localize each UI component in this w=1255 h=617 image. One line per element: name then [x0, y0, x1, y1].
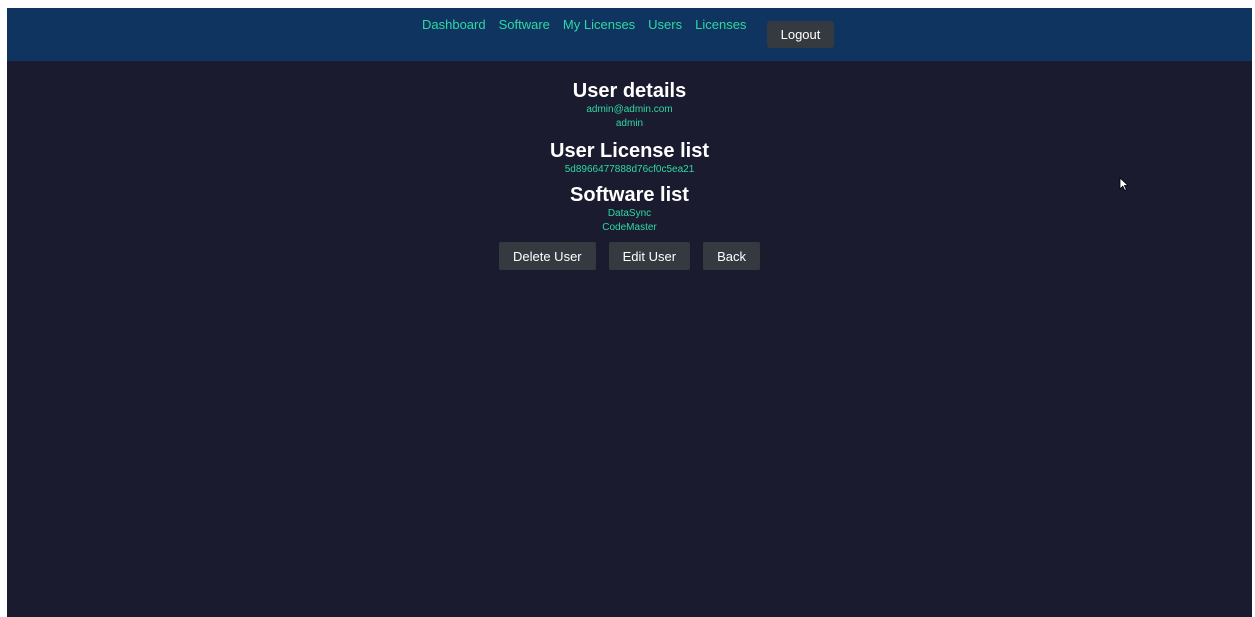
user-email: admin@admin.com — [586, 104, 673, 115]
main-content: User details admin@admin.com admin User … — [7, 61, 1252, 270]
top-navbar: Dashboard Software My Licenses Users Lic… — [7, 8, 1252, 61]
user-details-heading: User details — [572, 80, 687, 102]
user-role: admin — [615, 118, 644, 129]
nav-link-licenses[interactable]: Licenses — [695, 17, 746, 32]
back-button[interactable]: Back — [703, 242, 760, 270]
software-list-item: DataSync — [607, 208, 652, 219]
license-list-heading: User License list — [550, 140, 709, 162]
action-buttons: Delete User Edit User Back — [7, 242, 1252, 270]
delete-user-button[interactable]: Delete User — [498, 242, 596, 270]
app-window: Dashboard Software My Licenses Users Lic… — [7, 8, 1252, 617]
software-list-item: CodeMaster — [602, 222, 657, 233]
mouse-pointer-icon — [1119, 177, 1129, 191]
logout-button[interactable]: Logout — [767, 21, 834, 48]
nav-link-users[interactable]: Users — [648, 17, 682, 32]
edit-user-button[interactable]: Edit User — [608, 242, 691, 270]
nav-link-my-licenses[interactable]: My Licenses — [563, 17, 635, 32]
license-list-item: 5d8966477888d76cf0c5ea21 — [564, 164, 695, 175]
nav-link-software[interactable]: Software — [499, 17, 550, 32]
software-list-heading: Software list — [570, 184, 689, 206]
nav-link-dashboard[interactable]: Dashboard — [422, 17, 486, 32]
nav-links: Dashboard Software My Licenses Users Lic… — [422, 17, 746, 32]
